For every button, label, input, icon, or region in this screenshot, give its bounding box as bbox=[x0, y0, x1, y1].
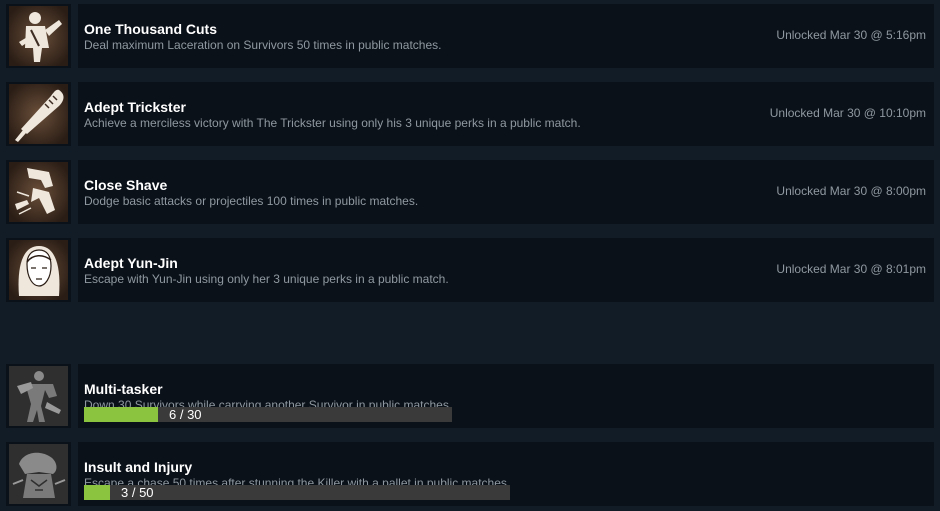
cleaver-killer-icon bbox=[9, 6, 68, 66]
achievement-description: Deal maximum Laceration on Survivors 50 … bbox=[84, 38, 442, 52]
progress-text: 3 / 50 bbox=[121, 485, 154, 500]
achievement-description: Achieve a merciless victory with The Tri… bbox=[84, 116, 581, 130]
achievement-row-close-shave[interactable]: Close Shave Dodge basic attacks or proje… bbox=[0, 160, 940, 224]
progress-fill bbox=[84, 485, 110, 500]
achievement-row-one-thousand-cuts[interactable]: One Thousand Cuts Deal maximum Laceratio… bbox=[0, 4, 940, 68]
achievement-icon-frame bbox=[6, 4, 71, 68]
achievement-details: Insult and Injury Escape a chase 50 time… bbox=[78, 442, 934, 506]
progress-fill bbox=[84, 407, 158, 422]
unlock-timestamp: Unlocked Mar 30 @ 8:01pm bbox=[776, 262, 926, 276]
achievement-description: Escape with Yun-Jin using only her 3 uni… bbox=[84, 272, 449, 286]
achievement-title: One Thousand Cuts bbox=[84, 21, 217, 37]
achievement-title: Close Shave bbox=[84, 177, 168, 193]
achievement-row-multi-tasker[interactable]: Multi-tasker Down 30 Survivors while car… bbox=[0, 364, 940, 428]
achievement-icon-frame bbox=[6, 364, 71, 428]
achievement-details: Adept Trickster Achieve a merciless vict… bbox=[78, 82, 934, 146]
achievement-title: Adept Trickster bbox=[84, 99, 186, 115]
achievement-details: Multi-tasker Down 30 Survivors while car… bbox=[78, 364, 934, 428]
achievement-details: One Thousand Cuts Deal maximum Laceratio… bbox=[78, 4, 934, 68]
baseball-bat-icon bbox=[9, 84, 68, 144]
achievement-details: Adept Yun-Jin Escape with Yun-Jin using … bbox=[78, 238, 934, 302]
yun-jin-portrait-icon bbox=[9, 240, 68, 300]
achievement-icon-frame bbox=[6, 238, 71, 302]
dodging-survivor-icon bbox=[9, 162, 68, 222]
achievement-icon-frame bbox=[6, 442, 71, 506]
achievement-icon-frame bbox=[6, 160, 71, 224]
achievement-title: Insult and Injury bbox=[84, 459, 193, 475]
progress-bar: 3 / 50 bbox=[84, 485, 510, 500]
achievement-details: Close Shave Dodge basic attacks or proje… bbox=[78, 160, 934, 224]
stunned-killer-icon bbox=[9, 444, 68, 504]
achievement-row-adept-yun-jin[interactable]: Adept Yun-Jin Escape with Yun-Jin using … bbox=[0, 238, 940, 302]
carrying-survivor-icon bbox=[9, 366, 68, 426]
achievements-page: One Thousand Cuts Deal maximum Laceratio… bbox=[0, 0, 940, 511]
unlock-timestamp: Unlocked Mar 30 @ 5:16pm bbox=[776, 28, 926, 42]
achievement-icon-frame bbox=[6, 82, 71, 146]
achievement-title: Multi-tasker bbox=[84, 381, 163, 397]
achievement-description: Dodge basic attacks or projectiles 100 t… bbox=[84, 194, 419, 208]
progress-text: 6 / 30 bbox=[169, 407, 202, 422]
unlock-timestamp: Unlocked Mar 30 @ 10:10pm bbox=[769, 106, 926, 120]
achievement-title: Adept Yun-Jin bbox=[84, 255, 178, 271]
achievement-row-adept-trickster[interactable]: Adept Trickster Achieve a merciless vict… bbox=[0, 82, 940, 146]
unlock-timestamp: Unlocked Mar 30 @ 8:00pm bbox=[776, 184, 926, 198]
achievement-row-insult-and-injury[interactable]: Insult and Injury Escape a chase 50 time… bbox=[0, 442, 940, 506]
progress-bar: 6 / 30 bbox=[84, 407, 452, 422]
